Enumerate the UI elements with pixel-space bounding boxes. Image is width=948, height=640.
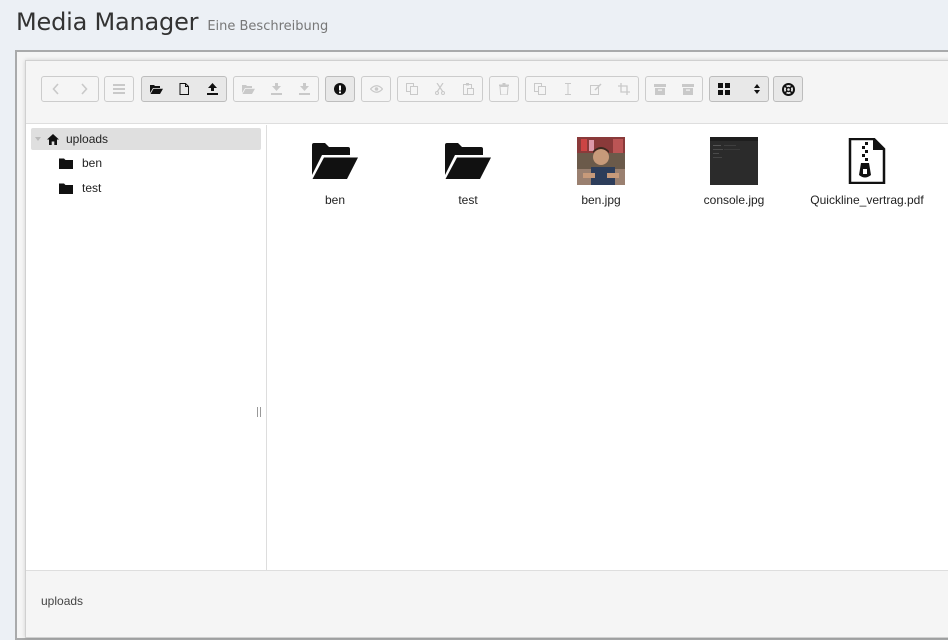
info-button[interactable]: [326, 77, 354, 101]
duplicate-icon: [534, 83, 546, 95]
new-file-icon: [179, 83, 189, 95]
download-button[interactable]: [262, 77, 290, 101]
file-manager: uploads ben test ben test ben.jpg consol…: [25, 60, 948, 638]
open-folder-icon: [149, 85, 163, 94]
home-icon: [47, 133, 59, 145]
cut-button[interactable]: [426, 77, 454, 101]
page-header: Media Manager Eine Beschreibung: [16, 8, 328, 38]
cut-icon: [435, 83, 445, 95]
new-file-button[interactable]: [170, 77, 198, 101]
console-thumbnail: [710, 137, 758, 185]
upload-icon: [206, 83, 218, 95]
file-name: console.jpg: [703, 193, 765, 207]
folder-tree: uploads ben test: [26, 125, 267, 570]
open-button[interactable]: [234, 77, 262, 101]
forward-icon: [81, 83, 88, 95]
list-icon: [113, 84, 125, 94]
duplicate-button[interactable]: [526, 77, 554, 101]
forward-button[interactable]: [70, 77, 98, 101]
help-button[interactable]: [774, 77, 802, 101]
folder-icon: [59, 183, 73, 194]
create-group: [141, 76, 227, 102]
eye-icon: [369, 85, 383, 93]
edit-group: [525, 76, 639, 102]
upload-button[interactable]: [198, 77, 226, 101]
tree-item-test[interactable]: test: [59, 178, 101, 198]
file-item-test[interactable]: test: [403, 135, 533, 207]
tree-item-label: uploads: [66, 132, 109, 146]
file-name: test: [458, 193, 478, 207]
transfer-group: [233, 76, 319, 102]
view-toggle-button[interactable]: [710, 77, 768, 101]
archive-button[interactable]: [646, 77, 674, 101]
tree-item-label: ben: [82, 156, 103, 170]
help-group: [773, 76, 803, 102]
file-name: ben: [324, 193, 346, 207]
page-title: Media Manager: [16, 8, 199, 36]
extract-button[interactable]: [674, 77, 702, 101]
file-item-ben-jpg[interactable]: ben.jpg: [536, 135, 666, 207]
places-button[interactable]: [105, 77, 133, 101]
tree-item-uploads[interactable]: uploads: [31, 128, 261, 150]
info-icon: [334, 83, 346, 95]
file-item-ben[interactable]: ben: [270, 135, 400, 207]
download-icon: [270, 83, 282, 95]
current-path: uploads: [41, 594, 84, 608]
download-all-button[interactable]: [290, 77, 318, 101]
zip-file-icon: [848, 138, 886, 184]
open-folder-icon: [312, 143, 358, 179]
archive-group: [645, 76, 703, 102]
sort-icon: [754, 84, 760, 94]
rename-button[interactable]: [554, 77, 582, 101]
crop-icon: [618, 83, 630, 95]
edit-icon: [590, 83, 602, 95]
trash-icon: [499, 83, 509, 95]
file-grid: ben test ben.jpg console.jpg Quickline_v…: [268, 125, 948, 570]
photo-thumbnail: [577, 137, 625, 185]
open-folder-icon: [241, 85, 255, 94]
tree-item-ben[interactable]: ben: [59, 153, 102, 173]
crop-button[interactable]: [610, 77, 638, 101]
edit-button[interactable]: [582, 77, 610, 101]
paste-icon: [462, 83, 474, 95]
tree-resize-handle[interactable]: [257, 407, 261, 417]
paste-button[interactable]: [454, 77, 482, 101]
file-item-quickline-vertrag-pdf[interactable]: Quickline_vertrag.pdf: [802, 135, 932, 207]
folder-icon: [59, 158, 73, 169]
statusbar: uploads: [26, 570, 948, 637]
open-folder-button[interactable]: [142, 77, 170, 101]
grid-icon: [718, 83, 730, 95]
info-group: [325, 76, 355, 102]
copy-icon: [406, 83, 418, 95]
delete-group: [489, 76, 519, 102]
delete-button[interactable]: [490, 77, 518, 101]
places-group: [104, 76, 134, 102]
file-item-console-jpg[interactable]: console.jpg: [669, 135, 799, 207]
help-icon: [781, 82, 795, 96]
file-name: Quickline_vertrag.pdf: [810, 193, 924, 207]
open-folder-icon: [445, 143, 491, 179]
copy-button[interactable]: [398, 77, 426, 101]
file-name: ben.jpg: [581, 193, 621, 207]
view-group: [709, 76, 769, 102]
content-box: uploads ben test ben test ben.jpg consol…: [15, 50, 948, 640]
preview-button[interactable]: [362, 77, 390, 101]
page-subtitle: Eine Beschreibung: [207, 19, 329, 34]
tree-item-label: test: [82, 181, 102, 195]
history-group: [41, 76, 99, 102]
clipboard-group: [397, 76, 483, 102]
tree-expand-icon[interactable]: [35, 137, 41, 141]
preview-group: [361, 76, 391, 102]
archive-icon: [654, 83, 666, 95]
back-button[interactable]: [42, 77, 70, 101]
extract-icon: [682, 83, 694, 95]
back-icon: [52, 83, 59, 95]
toolbar: [26, 61, 948, 124]
download-icon: [298, 83, 310, 95]
rename-icon: [565, 83, 571, 95]
